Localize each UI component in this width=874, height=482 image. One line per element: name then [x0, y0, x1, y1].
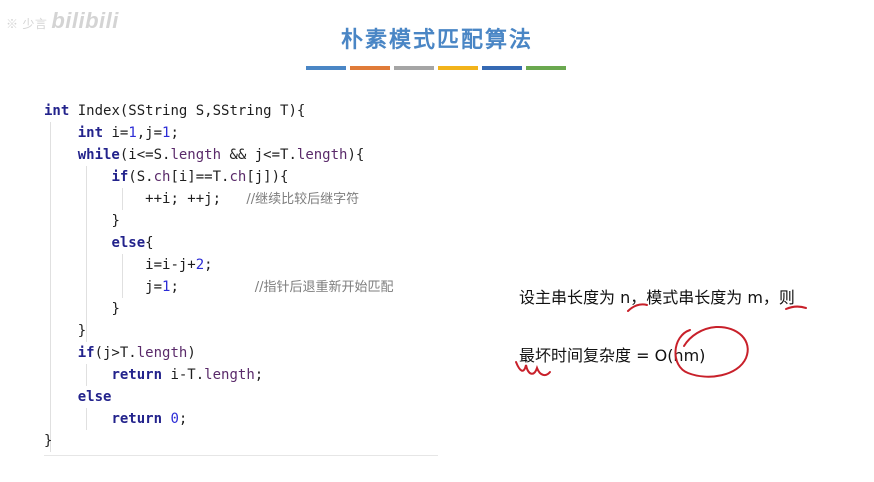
accent-segment [438, 66, 478, 70]
length-definition-text: 设主串长度为 n，模式串长度为 m，则 [519, 288, 795, 307]
code-text: (i<=S. [119, 147, 171, 163]
code-text: i-T. [162, 367, 205, 383]
code-block-divider [44, 455, 438, 456]
title-accent-bar [306, 66, 566, 70]
code-line: } [44, 320, 438, 342]
complexity-text: 最坏时间复杂度 = O(nm) [519, 342, 705, 366]
code-number: 1 [128, 125, 137, 141]
code-comment: //继续比较后继字符 [246, 192, 360, 207]
slide-title: 朴素模式匹配算法 [340, 28, 533, 53]
code-text: } [111, 213, 120, 229]
code-text: ; [204, 257, 213, 273]
code-text: ++i; ++j; [145, 191, 222, 207]
code-text: ; [170, 279, 179, 295]
accent-segment [306, 66, 346, 70]
code-line: else [44, 386, 438, 408]
code-text: && j<=T. [221, 147, 297, 163]
code-text: ; [254, 367, 264, 383]
accent-segment [394, 66, 434, 70]
code-keyword: int [77, 125, 104, 141]
code-line: i=i-j+2; [44, 254, 438, 276]
code-text: [j]){ [246, 169, 289, 185]
code-text: j= [145, 279, 163, 295]
code-field: length [296, 147, 348, 163]
code-line: if(S.ch[i]==T.ch[j]){ [44, 166, 438, 188]
code-keyword: else [111, 235, 146, 251]
code-line: return i-T.length; [44, 364, 438, 386]
code-line: } [44, 210, 438, 232]
code-number: 2 [195, 257, 205, 273]
accent-segment [482, 66, 522, 70]
code-keyword: while [77, 147, 120, 163]
code-text: { [145, 235, 154, 251]
code-text: } [44, 433, 53, 449]
code-keyword: if [77, 345, 95, 361]
code-line: } [44, 298, 438, 320]
code-line: if(j>T.length) [44, 342, 438, 364]
code-line: while(i<=S.length && j<=T.length){ [44, 144, 438, 166]
complexity-label: 最坏时间复杂度 = [519, 346, 655, 365]
code-field: ch [153, 169, 171, 185]
code-line: ++i; ++j; //继续比较后继字符 [44, 188, 438, 210]
code-line: else{ [44, 232, 438, 254]
code-text: } [77, 323, 87, 339]
code-keyword: return [111, 411, 163, 427]
code-line: int Index(SString S,SString T){ [44, 100, 438, 122]
code-text: ) [187, 345, 196, 361]
code-keyword: return [111, 367, 163, 383]
accent-segment [350, 66, 390, 70]
code-text: Index(SString S,SString T){ [69, 103, 306, 119]
code-text: ; [170, 125, 179, 141]
code-keyword: else [77, 389, 112, 405]
complexity-value: O(nm) [654, 346, 706, 365]
code-line: return 0; [44, 408, 438, 430]
code-text: ){ [347, 147, 365, 163]
code-text: (j>T. [94, 345, 137, 361]
code-line: int i=1,j=1; [44, 122, 438, 144]
code-text: i=i-j+ [145, 257, 196, 273]
code-text: i= [103, 125, 129, 141]
code-number: 0 [162, 411, 179, 427]
code-text: [i]==T. [170, 169, 230, 185]
code-field: length [136, 345, 188, 361]
code-text: ; [178, 411, 188, 427]
code-line: } [44, 430, 438, 452]
code-keyword: int [44, 103, 70, 119]
code-text: (S. [128, 169, 154, 185]
code-keyword: if [111, 169, 129, 185]
code-text: ,j= [136, 125, 163, 141]
code-text: } [111, 301, 120, 317]
accent-segment [526, 66, 566, 70]
code-line: j=1; //指针后退重新开始匹配 [44, 276, 438, 298]
code-comment: //指针后退重新开始匹配 [254, 280, 394, 295]
code-field: length [170, 147, 222, 163]
code-field: length [204, 367, 255, 383]
code-field: ch [229, 169, 247, 185]
code-block: int Index(SString S,SString T){ int i=1,… [44, 100, 438, 452]
